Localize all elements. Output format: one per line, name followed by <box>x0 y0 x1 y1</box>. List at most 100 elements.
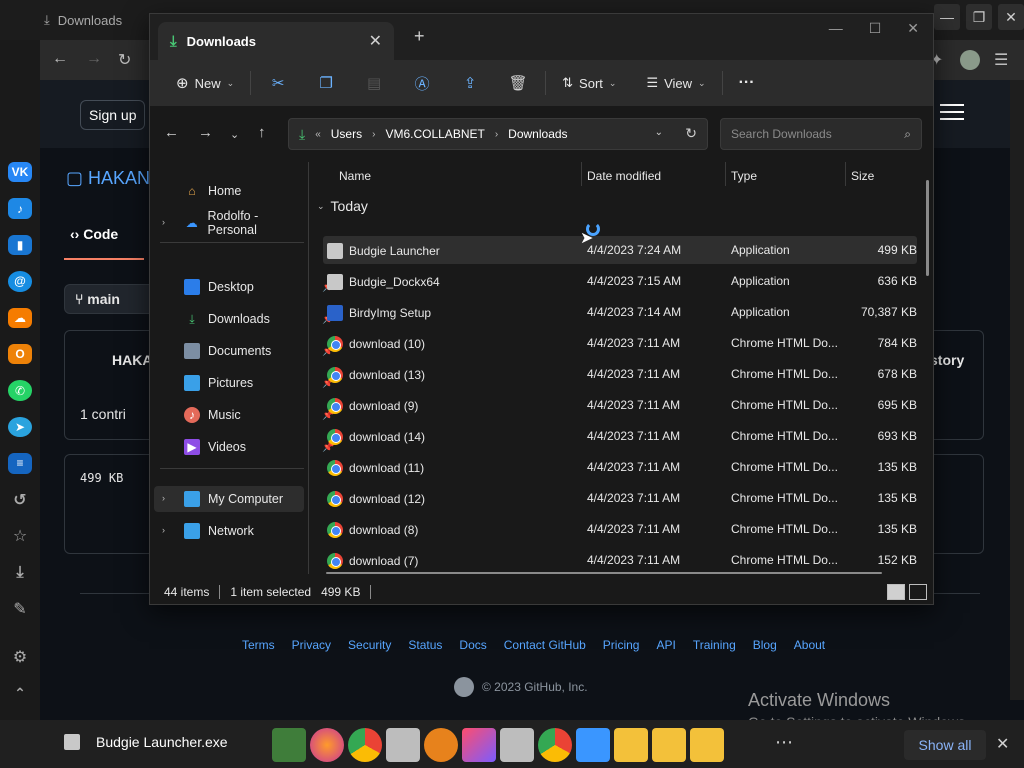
folder-icon[interactable] <box>690 728 724 762</box>
column-type[interactable]: Type <box>731 169 757 183</box>
cut-icon[interactable]: ✂ <box>261 74 295 92</box>
nav-item-documents[interactable]: Documents 📌 <box>184 338 334 364</box>
search-input[interactable]: Search Downloads ⌕ <box>720 118 922 150</box>
view-button[interactable]: ☰ View ⌄ <box>640 68 711 98</box>
hamburger-icon[interactable] <box>940 104 964 120</box>
page-scrollbar[interactable] <box>1010 80 1024 700</box>
footer-link[interactable]: Status <box>408 638 442 652</box>
group-header[interactable]: ⌄ Today <box>317 198 368 214</box>
show-all-button[interactable]: Show all <box>904 730 986 760</box>
back-icon[interactable]: ← <box>164 124 179 141</box>
column-divider[interactable] <box>725 162 726 186</box>
chevron-up-icon[interactable]: ⌃ <box>8 684 32 704</box>
tiles-view-icon[interactable] <box>909 584 927 600</box>
brush-icon[interactable]: ✎ <box>8 599 32 619</box>
forward-icon[interactable]: → <box>198 124 213 141</box>
chrome-icon[interactable] <box>538 728 572 762</box>
folder-icon[interactable] <box>652 728 686 762</box>
menu-icon[interactable]: ☰ <box>994 50 1008 70</box>
nav-item-videos[interactable]: ▶ Videos 📌 <box>184 434 334 460</box>
file-row[interactable]: Budgie Launcher 4/4/2023 7:24 AM Applicati… <box>323 236 917 264</box>
nav-item-music[interactable]: ♪ Music 📌 <box>184 402 334 428</box>
chevron-down-icon[interactable]: ⌄ <box>655 127 663 138</box>
download-icon[interactable]: ⤓ <box>8 562 32 582</box>
more-icon[interactable]: ⋯ <box>775 732 793 753</box>
owner-name[interactable]: HAKA <box>112 352 152 368</box>
footer-link[interactable]: API <box>656 638 675 652</box>
nav-item-pictures[interactable]: Pictures 📌 <box>184 370 334 396</box>
history-link[interactable]: story <box>930 352 964 368</box>
telegram-icon[interactable]: ➤ <box>8 416 32 438</box>
paste-icon[interactable]: ▤ <box>357 74 391 92</box>
back-icon[interactable]: ← <box>52 50 68 68</box>
star-icon[interactable]: ☆ <box>8 526 32 546</box>
chart-app-icon[interactable] <box>272 728 306 762</box>
file-row[interactable]: BirdyImg Setup 4/4/2023 7:14 AM Applicatio… <box>323 298 917 326</box>
avatar[interactable] <box>960 50 980 70</box>
column-name[interactable]: Name <box>339 169 371 183</box>
minimize-icon[interactable]: — <box>934 4 960 30</box>
close-icon[interactable]: ✕ <box>996 734 1009 754</box>
mail-app-icon[interactable]: @ <box>8 271 32 292</box>
stats-app-icon[interactable]: ▮ <box>8 234 32 256</box>
column-divider[interactable] <box>581 162 582 186</box>
ok-app-icon[interactable]: O <box>8 343 32 365</box>
gem-icon[interactable] <box>462 728 496 762</box>
file-row[interactable]: download (9) 4/4/2023 7:11 AM Chrome HTML … <box>323 391 917 419</box>
app-icon[interactable] <box>500 728 534 762</box>
maximize-icon[interactable]: ☐ <box>869 20 882 37</box>
chrome-icon[interactable] <box>348 728 382 762</box>
details-view-icon[interactable] <box>887 584 905 600</box>
footer-link[interactable]: Security <box>348 638 391 652</box>
reload-icon[interactable]: ↻ <box>118 50 131 70</box>
sort-button[interactable]: ⇅ Sort ⌄ <box>556 68 622 98</box>
up-icon[interactable]: ↑ <box>258 124 266 141</box>
footer-link[interactable]: Privacy <box>292 638 331 652</box>
file-row[interactable]: Budgie_Dockx64 4/4/2023 7:15 AM Applicatio… <box>323 267 917 295</box>
whatsapp-icon[interactable]: ✆ <box>8 380 32 401</box>
rename-icon[interactable]: Ⓐ <box>405 73 439 94</box>
repo-title[interactable]: ▢ HAKAN <box>66 168 150 189</box>
column-size[interactable]: Size <box>851 169 874 183</box>
explorer-tab[interactable]: ⤓ Downloads ✕ <box>158 22 394 60</box>
nav-item-home[interactable]: ⌂ Home <box>184 178 241 204</box>
nav-item-desktop[interactable]: Desktop 📌 <box>184 274 334 300</box>
column-date[interactable]: Date modified <box>587 169 661 183</box>
contributors[interactable]: 1 contri <box>80 406 126 422</box>
list-vertical-scrollbar[interactable] <box>926 180 929 276</box>
recent-locations-icon[interactable]: ⌄ <box>230 128 239 141</box>
refresh-icon[interactable]: ↻ <box>685 125 697 142</box>
minimize-icon[interactable]: — <box>829 20 843 37</box>
breadcrumb-user[interactable]: VM6.COLLABNET <box>385 127 484 141</box>
new-button[interactable]: ⊕ New ⌄ <box>170 68 240 98</box>
browser-tab-downloads[interactable]: ⤓ Downloads <box>44 6 122 34</box>
share-icon[interactable]: ⇪ <box>453 74 487 92</box>
forward-icon[interactable]: → <box>86 50 102 68</box>
nav-item-downloads[interactable]: ⤓ Downloads 📌 <box>184 306 334 332</box>
list-horizontal-scrollbar[interactable] <box>326 572 882 574</box>
gear-icon[interactable]: ⚙ <box>8 647 32 667</box>
column-divider[interactable] <box>845 162 846 186</box>
chevron-right-icon[interactable]: › <box>162 525 165 535</box>
file-row[interactable]: download (11) 4/4/2023 7:11 AM Chrome HTML… <box>323 453 917 481</box>
breadcrumb-users[interactable]: Users <box>331 127 362 141</box>
footer-link[interactable]: Blog <box>753 638 777 652</box>
address-bar[interactable]: ⤓ « Users › VM6.COLLABNET › Downloads ⌄ … <box>288 118 708 150</box>
close-icon[interactable]: ✕ <box>998 4 1024 30</box>
history-icon[interactable]: ↺ <box>8 490 32 510</box>
close-icon[interactable]: ✕ <box>907 20 919 37</box>
nav-item-network[interactable]: Network <box>184 518 254 544</box>
chevron-right-icon[interactable]: › <box>162 493 165 503</box>
download-item[interactable]: Budgie Launcher.exe <box>64 734 228 750</box>
notepad-icon[interactable] <box>576 728 610 762</box>
sign-up-button[interactable]: Sign up <box>80 100 146 130</box>
file-row[interactable]: download (10) 4/4/2023 7:11 AM Chrome HTML… <box>323 329 917 357</box>
file-row[interactable]: download (7) 4/4/2023 7:11 AM Chrome HTML … <box>323 546 917 574</box>
app-icon[interactable] <box>386 728 420 762</box>
delete-icon[interactable]: 🗑 <box>501 74 535 92</box>
folder-icon[interactable] <box>614 728 648 762</box>
firefox-icon[interactable] <box>310 728 344 762</box>
copy-icon[interactable]: ❐ <box>309 74 343 92</box>
chevron-right-icon[interactable]: › <box>162 217 165 227</box>
breadcrumb-downloads[interactable]: Downloads <box>508 127 567 141</box>
